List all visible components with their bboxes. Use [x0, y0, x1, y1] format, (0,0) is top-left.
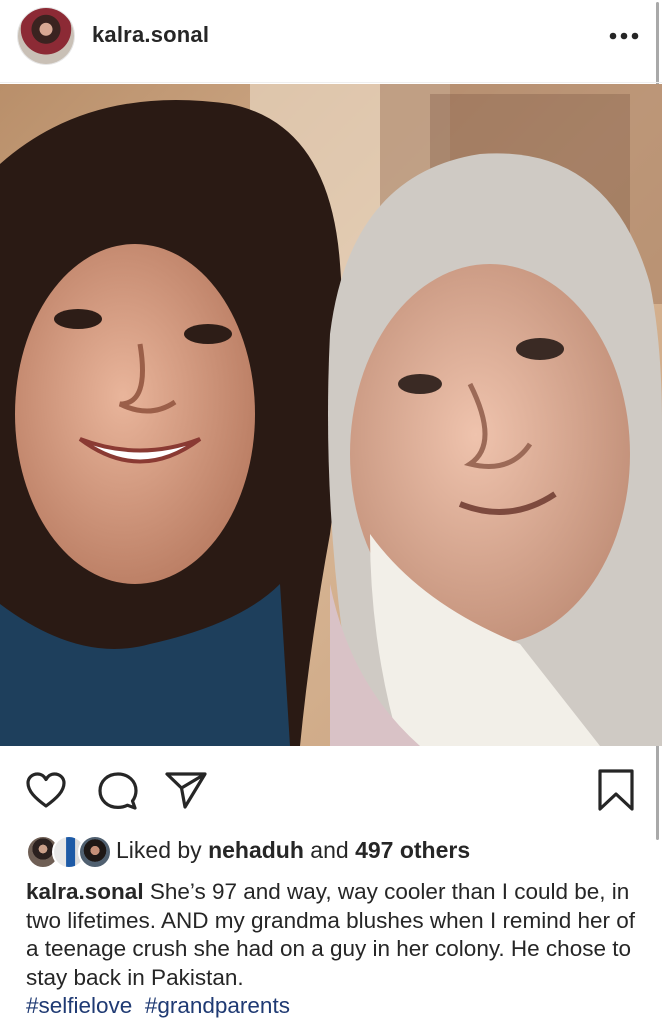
likes-summary[interactable]: Liked by nehaduh and 497 others	[26, 830, 646, 870]
comment-icon[interactable]	[96, 768, 140, 812]
caption-username[interactable]: kalra.sonal	[26, 879, 144, 904]
post-photo[interactable]	[0, 84, 662, 746]
likes-prefix: Liked by	[116, 836, 202, 863]
post-caption: kalra.sonal She’s 97 and way, way cooler…	[26, 878, 646, 1021]
hashtag-link[interactable]: #selfielove	[26, 993, 132, 1018]
header-divider	[0, 82, 662, 83]
liker-avatar	[78, 835, 112, 869]
hashtag-link[interactable]: #grandparents	[145, 993, 290, 1018]
likes-conjunction: and	[310, 836, 349, 863]
user-avatar[interactable]	[18, 8, 74, 64]
heart-icon[interactable]	[24, 768, 68, 812]
likes-count-link[interactable]: 497 others	[355, 837, 470, 863]
likes-text: Liked by nehaduh and 497 others	[116, 837, 470, 864]
post-header: kalra.sonal	[0, 0, 662, 74]
liked-by-user-link[interactable]: nehaduh	[208, 837, 304, 863]
post-actions	[0, 760, 662, 820]
more-options-icon[interactable]	[606, 22, 642, 50]
post-username[interactable]: kalra.sonal	[92, 22, 209, 48]
bookmark-icon[interactable]	[594, 768, 638, 812]
liker-avatars	[26, 833, 112, 869]
share-icon[interactable]	[164, 768, 208, 812]
